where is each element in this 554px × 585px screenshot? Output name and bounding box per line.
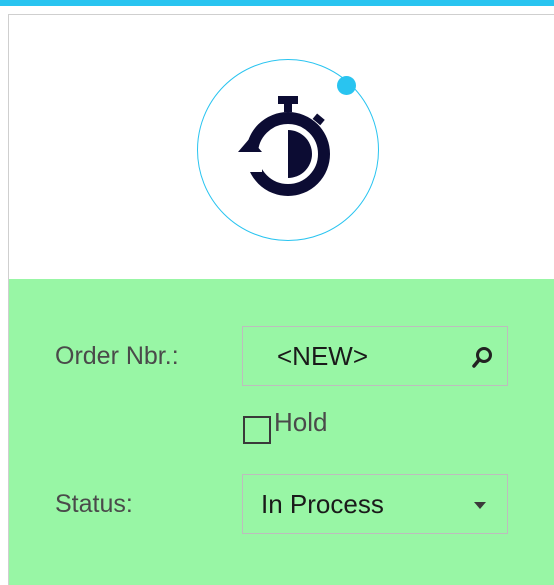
top-accent-bar [0, 0, 554, 6]
status-label: Status: [55, 490, 133, 518]
order-nbr-value: <NEW> [277, 341, 369, 371]
stopwatch-icon [238, 96, 330, 196]
hold-checkbox[interactable] [243, 416, 271, 444]
order-nbr-label: Order Nbr.: [55, 342, 179, 370]
status-value: In Process [261, 489, 384, 519]
search-icon[interactable] [471, 345, 495, 369]
status-select[interactable]: In Process [242, 474, 508, 534]
order-nbr-field[interactable]: <NEW> [242, 326, 508, 386]
chevron-down-icon[interactable] [474, 502, 486, 509]
hold-label: Hold [274, 407, 328, 437]
